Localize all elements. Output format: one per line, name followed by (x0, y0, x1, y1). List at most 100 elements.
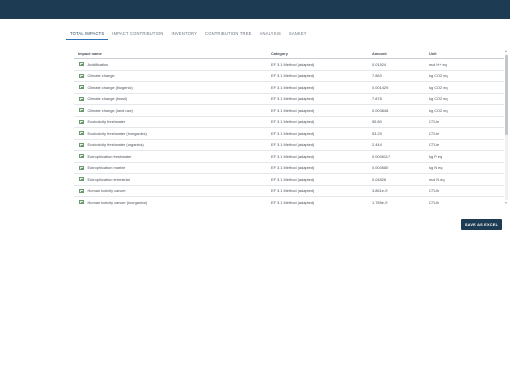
table-row[interactable]: Eutrophication terrestrial EF 3.1 Method … (74, 174, 504, 186)
impact-name: Ecotoxicity freshwater (87, 119, 126, 125)
unit-cell: kg N eq (429, 165, 443, 171)
top-header-bar (0, 0, 510, 19)
amount-cell: 7.883 (372, 73, 382, 79)
results-tabs: TOTAL IMPACTS IMPACT CONTRIBUTION INVENT… (66, 28, 311, 42)
impact-name: Eutrophication terrestrial (87, 176, 130, 182)
tab-analysis[interactable]: ANALYSIS (256, 28, 285, 40)
table-row[interactable]: Climate change EF 3.1 Method (adapted) 7.8… (74, 71, 504, 82)
category-cell: EF 3.1 Method (adapted) (271, 153, 315, 159)
impact-name-cell: Human toxicity cancer (inorganics) (74, 200, 271, 205)
scroll-down-arrow-icon[interactable]: ▼ (504, 201, 508, 205)
category-cell: EF 3.1 Method (adapted) (271, 107, 315, 113)
unit-cell: CTUe (429, 130, 440, 136)
impact-name: Acidification (87, 61, 109, 67)
tab-total-impacts[interactable]: TOTAL IMPACTS (66, 28, 109, 40)
amount-cell: 1.785e-9 (372, 199, 388, 205)
column-header-impact-name[interactable]: Impact name (74, 51, 271, 56)
impact-name-cell: Eutrophication terrestrial (74, 177, 271, 182)
category-cell: EF 3.1 Method (adapted) (271, 61, 315, 67)
impact-category-icon (79, 131, 84, 136)
save-as-excel-button[interactable]: SAVE AS EXCEL (461, 219, 502, 230)
table-row[interactable]: Eutrophication freshwater EF 3.1 Method (… (74, 151, 504, 163)
unit-cell: kg CO2 eq (429, 107, 448, 113)
impact-name-cell: Climate change (land use) (74, 108, 271, 113)
table-row[interactable]: Ecotoxicity freshwater EF 3.1 Method (ada… (74, 117, 504, 128)
impact-category-icon (79, 177, 84, 182)
impact-category-icon (79, 200, 84, 205)
unit-cell: mol H+ eq (429, 61, 447, 67)
table-body: Acidification EF 3.1 Method (adapted) 0.01… (74, 59, 504, 206)
tab-impact-contribution[interactable]: IMPACT CONTRIBUTION (108, 28, 167, 40)
column-header-unit[interactable]: Unit (429, 51, 499, 56)
impact-name-cell: Ecotoxicity freshwater (74, 119, 271, 124)
table-header-row: Impact name Category Amount Unit (74, 49, 504, 59)
amount-cell: 0.003848 (372, 107, 389, 113)
unit-cell: mol N eq (429, 176, 445, 182)
impact-category-icon (79, 73, 84, 78)
amount-cell: 0.0006117 (372, 153, 391, 159)
impact-name: Eutrophication freshwater (87, 153, 132, 159)
amount-cell: 0.004580 (372, 165, 389, 171)
table-row[interactable]: Human toxicity cancer (inorganics) EF 3.1… (74, 197, 504, 206)
impact-name: Human toxicity cancer (inorganics) (87, 199, 148, 205)
impact-category-icon (79, 85, 84, 90)
category-cell: EF 3.1 Method (adapted) (271, 96, 315, 102)
impact-category-icon (79, 142, 84, 147)
impact-name-cell: Eutrophication freshwater (74, 154, 271, 159)
unit-cell: CTUe (429, 119, 440, 125)
impact-category-icon (79, 154, 84, 159)
table-row[interactable]: Eutrophication marine EF 3.1 Method (adap… (74, 163, 504, 174)
impact-category-icon (79, 108, 84, 113)
table-row[interactable]: Human toxicity cancer EF 3.1 Method (adap… (74, 186, 504, 197)
category-cell: EF 3.1 Method (adapted) (271, 119, 315, 125)
impact-name: Climate change (87, 73, 115, 79)
impact-name: Ecotoxicity freshwater (organics) (87, 142, 144, 148)
table-row[interactable]: Climate change (fossil) EF 3.1 Method (ad… (74, 94, 504, 105)
category-cell: EF 3.1 Method (adapted) (271, 188, 315, 194)
amount-cell: 53.25 (372, 130, 382, 136)
impact-name-cell: Ecotoxicity freshwater (inorganics) (74, 131, 271, 136)
unit-cell: CTUh (429, 199, 440, 205)
unit-cell: CTUe (429, 142, 440, 148)
unit-cell: kg CO2 eq (429, 73, 448, 79)
impact-category-icon (79, 62, 84, 67)
amount-cell: 7.878 (372, 96, 382, 102)
tab-inventory[interactable]: INVENTORY (167, 28, 201, 40)
impact-name: Ecotoxicity freshwater (inorganics) (87, 130, 147, 136)
table-row[interactable]: Ecotoxicity freshwater (inorganics) EF 3.… (74, 128, 504, 140)
unit-cell: kg CO2 eq (429, 96, 448, 102)
unit-cell: CTUh (429, 188, 440, 194)
scroll-up-arrow-icon[interactable]: ▲ (504, 49, 508, 53)
category-cell: EF 3.1 Method (adapted) (271, 73, 315, 79)
column-header-category[interactable]: Category (271, 51, 372, 56)
impact-name-cell: Human toxicity cancer (74, 188, 271, 193)
column-header-amount[interactable]: Amount (372, 51, 429, 56)
tab-sankey[interactable]: SANKEY (285, 28, 311, 40)
amount-cell: 2.444 (372, 142, 382, 148)
unit-cell: kg CO2 eq (429, 84, 448, 90)
impact-name-cell: Acidification (74, 62, 271, 67)
table-row[interactable]: Climate change (biogenic) EF 3.1 Method (… (74, 82, 504, 94)
impact-name-cell: Climate change (fossil) (74, 96, 271, 101)
table-row[interactable]: Ecotoxicity freshwater (organics) EF 3.1 … (74, 140, 504, 151)
impact-name: Human toxicity cancer (87, 188, 126, 194)
impact-category-icon (79, 96, 84, 101)
amount-cell: 0.04826 (372, 176, 387, 182)
table-row[interactable]: Climate change (land use) EF 3.1 Method (… (74, 105, 504, 117)
impact-name: Eutrophication marine (87, 165, 126, 171)
amount-cell: 0.01924 (372, 61, 387, 67)
amount-cell: 0.001429 (372, 84, 389, 90)
tab-contribution-tree[interactable]: CONTRIBUTION TREE (201, 28, 256, 40)
unit-cell: kg P eq (429, 153, 443, 159)
category-cell: EF 3.1 Method (adapted) (271, 199, 315, 205)
impacts-table: Impact name Category Amount Unit Acidifi… (74, 49, 504, 206)
amount-cell: 55.80 (372, 119, 382, 125)
scroll-thumb[interactable] (504, 55, 508, 135)
category-cell: EF 3.1 Method (adapted) (271, 130, 315, 136)
impact-name-cell: Eutrophication marine (74, 165, 271, 170)
table-row[interactable]: Acidification EF 3.1 Method (adapted) 0.01… (74, 59, 504, 71)
impact-name-cell: Climate change (biogenic) (74, 85, 271, 90)
table-scrollbar[interactable]: ▲ ▼ (504, 49, 508, 206)
category-cell: EF 3.1 Method (adapted) (271, 142, 315, 148)
category-cell: EF 3.1 Method (adapted) (271, 165, 315, 171)
